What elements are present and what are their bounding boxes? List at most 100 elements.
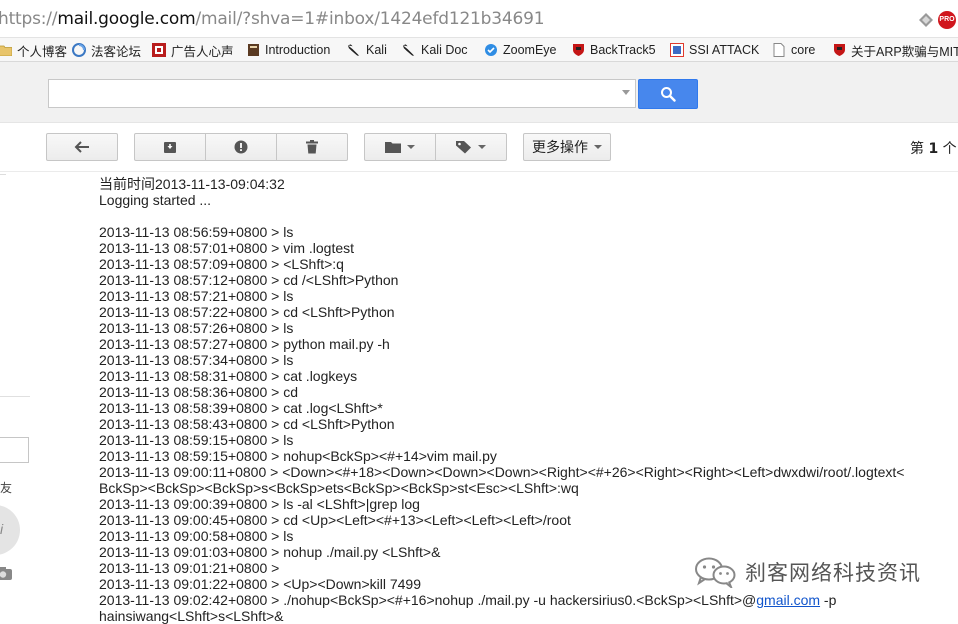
email-link[interactable]: gmail.com: [756, 592, 820, 608]
back-arrow-icon: [74, 141, 89, 153]
labels-button[interactable]: [435, 133, 507, 161]
divider: [0, 171, 958, 172]
back-button[interactable]: [46, 133, 118, 161]
message-line: 2013-11-13 08:57:09+0800 > <LShft>:q: [99, 256, 344, 272]
bookmark-label: BackTrack5: [590, 43, 656, 57]
message-line: 2013-11-13 08:58:36+0800 > cd: [99, 384, 299, 400]
message-line: Logging started ...: [99, 192, 212, 208]
divider: [0, 174, 6, 175]
bookmark-item[interactable]: Kali: [347, 42, 387, 58]
message-line: 2013-11-13 09:00:58+0800 > ls: [99, 528, 294, 544]
shield-icon: [571, 43, 585, 57]
divider: [0, 396, 30, 397]
folder-icon: [0, 43, 12, 57]
url-text[interactable]: https://mail.google.com/mail/?shva=1#inb…: [0, 9, 545, 29]
bookmark-label: 个人博客: [17, 44, 68, 59]
chevron-down-icon: [407, 145, 415, 149]
message-line: 2013-11-13 08:59:15+0800 > nohup<BckSp><…: [99, 448, 497, 464]
url-host: mail.google.com: [57, 9, 196, 29]
bookmark-item[interactable]: BackTrack5: [571, 42, 656, 58]
message-line: BckSp><BckSp><BckSp>s<BckSp>ets<BckSp><B…: [99, 480, 579, 496]
message-line: 2013-11-13 08:58:39+0800 > cat .log<LShf…: [99, 400, 383, 416]
message-line: 2013-11-13 08:58:31+0800 > cat .logkeys: [99, 368, 358, 384]
book-icon: [246, 43, 260, 57]
message-line: 2013-11-13 08:57:01+0800 > vim .logtest: [99, 240, 355, 256]
gmail-header: [0, 62, 958, 123]
chevron-down-icon: [478, 145, 486, 149]
zoomeye-icon: [484, 43, 498, 57]
bookmark-label: Introduction: [265, 43, 331, 57]
report-spam-button[interactable]: [205, 133, 277, 161]
bookmark-item[interactable]: ZoomEye: [484, 42, 557, 58]
archive-button[interactable]: [134, 133, 206, 161]
bookmark-label: ZoomEye: [503, 43, 557, 57]
pager-text: 第 1 个: [910, 138, 957, 158]
url-scheme: https://: [0, 9, 58, 29]
bookmark-label: SSI ATTACK: [689, 43, 760, 57]
message-line: 2013-11-13 08:57:34+0800 > ls: [99, 352, 294, 368]
bookmark-item[interactable]: core: [772, 42, 815, 58]
watermark: 刹客网络科技资讯: [693, 552, 943, 592]
bookmark-item[interactable]: 关于ARP欺骗与MIT: [832, 42, 958, 59]
more-actions-button[interactable]: 更多操作: [523, 133, 611, 161]
spam-icon: [234, 140, 248, 154]
line-text: 2013-11-13 09:02:42+0800 > ./nohup<BckSp…: [99, 592, 757, 608]
message-line: 2013-11-13 08:56:59+0800 > ls: [99, 224, 294, 240]
archive-icon: [164, 141, 176, 153]
message-line: 2013-11-13 08:57:22+0800 > cd <LShft>Pyt…: [99, 304, 395, 320]
square-icon: [670, 43, 684, 57]
more-actions-label: 更多操作: [532, 140, 588, 156]
bookmark-label: 关于ARP欺骗与MIT: [851, 44, 958, 59]
pager-prefix: 第: [910, 141, 929, 157]
bookmark-label: core: [791, 43, 816, 57]
message-line: 2013-11-13 09:00:39+0800 > ls -al <LShft…: [99, 496, 420, 512]
bookmark-item[interactable]: Kali Doc: [402, 42, 468, 58]
bookmark-item[interactable]: Introduction: [246, 42, 330, 58]
url-path: /mail/?shva=1#inbox/1424efd121b34691: [195, 9, 545, 29]
bookmark-item[interactable]: 个人博客: [0, 42, 68, 59]
message-lines: 当前时间2013-11-13-09:04:32 Logging started .…: [99, 176, 949, 592]
trash-icon: [306, 140, 318, 154]
message-line: 2013-11-13 09:00:45+0800 > cd <Up><Left>…: [99, 512, 571, 528]
message-line: hainsiwang<LShft>s<LShft>&: [99, 608, 284, 624]
red-square-icon: [152, 43, 166, 57]
address-bar[interactable]: https://mail.google.com/mail/?shva=1#inb…: [0, 0, 958, 38]
bookmark-label: Kali Doc: [421, 43, 468, 57]
watermark-text: 刹客网络科技资讯: [745, 561, 921, 585]
extension-pro-icon[interactable]: PRO: [938, 11, 956, 29]
page-icon: [772, 43, 786, 57]
pager-suffix: 个: [938, 141, 957, 157]
search-button[interactable]: [638, 79, 698, 109]
message-toolbar: 更多操作: [0, 123, 958, 171]
chevron-down-icon: [594, 145, 602, 149]
bookmark-item[interactable]: 广告人心声: [152, 42, 234, 59]
search-input[interactable]: [48, 79, 636, 108]
search-options-arrow-icon[interactable]: [622, 90, 630, 95]
forum-icon: [72, 43, 86, 57]
bookmark-label: 广告人心声: [171, 44, 234, 59]
message-line: 2013-11-13 08:59:15+0800 > ls: [99, 432, 294, 448]
message-line: 2013-11-13 09:00:11+0800 > <Down><#+18><…: [99, 464, 905, 480]
message-line: 2013-11-13 08:57:27+0800 > python mail.p…: [99, 336, 390, 352]
camera-icon[interactable]: [0, 566, 12, 580]
avatar-letter: i: [0, 521, 4, 537]
chat-search-input[interactable]: [0, 437, 29, 463]
bookmark-label: 法客论坛: [91, 44, 142, 59]
delete-button[interactable]: [276, 133, 348, 161]
move-to-button[interactable]: [364, 133, 436, 161]
bookmarks-bar: 个人博客 法客论坛 广告人心声 Introduction Kali Kali D…: [0, 38, 958, 62]
bookmark-item[interactable]: SSI ATTACK: [670, 42, 759, 58]
message-line: 2013-11-13 09:02:42+0800 > ./nohup<BckSp…: [99, 592, 949, 608]
message-line: 当前时间2013-11-13-09:04:32: [99, 176, 285, 192]
shield-icon: [832, 43, 846, 57]
bookmark-item[interactable]: 法客论坛: [72, 42, 142, 59]
extension-diamond-icon[interactable]: [918, 12, 934, 28]
avatar[interactable]: i: [0, 505, 20, 555]
search-icon: [661, 87, 676, 102]
bookmark-label: Kali: [366, 43, 387, 57]
line-text: -p: [820, 592, 837, 608]
message-line: 2013-11-13 08:57:12+0800 > cd /<LShft>Py…: [99, 272, 399, 288]
message-line: 2013-11-13 08:58:43+0800 > cd <LShft>Pyt…: [99, 416, 395, 432]
message-line: 2013-11-13 08:57:21+0800 > ls: [99, 288, 294, 304]
folder-icon: [385, 142, 401, 153]
